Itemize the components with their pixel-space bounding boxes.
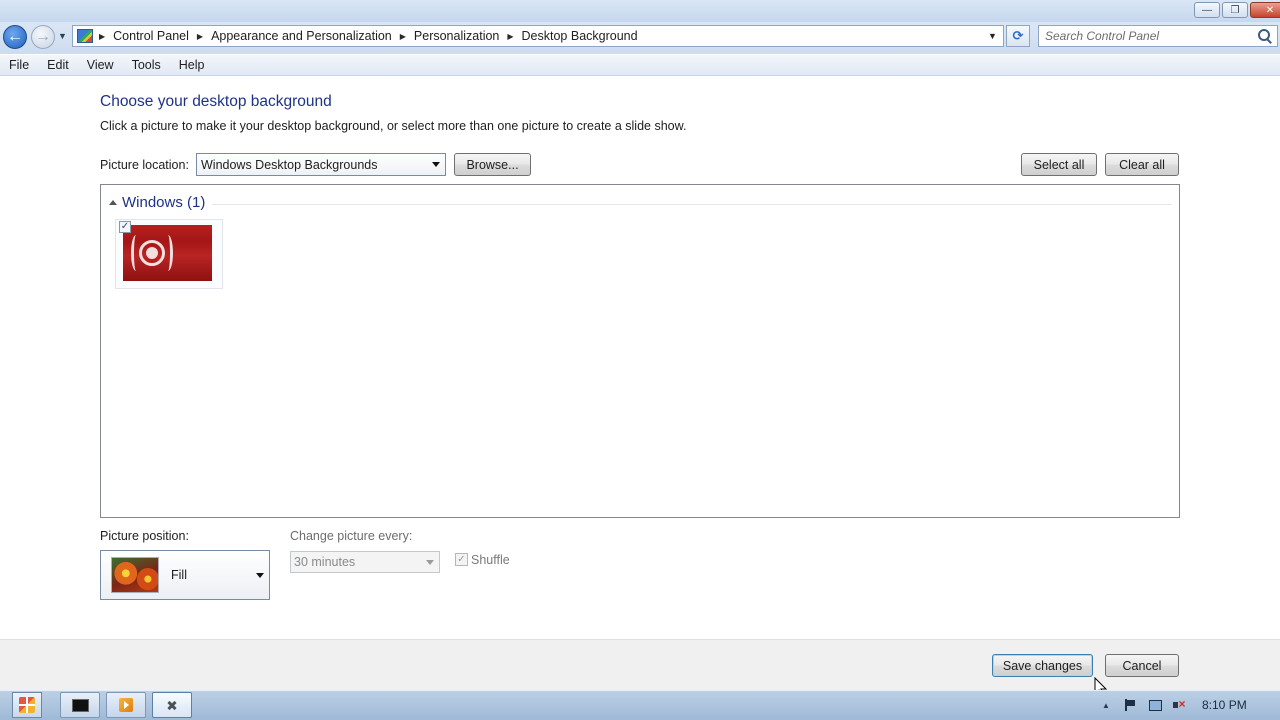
chevron-down-icon — [426, 559, 434, 565]
menu-help[interactable]: Help — [170, 58, 214, 72]
search-icon[interactable] — [1255, 27, 1273, 45]
breadcrumb-desktop-background[interactable]: Desktop Background — [518, 29, 642, 43]
group-header-windows[interactable]: Windows (1) — [122, 194, 205, 211]
menu-view[interactable]: View — [78, 58, 123, 72]
collapse-group-icon[interactable] — [109, 200, 117, 205]
menu-file[interactable]: File — [0, 58, 38, 72]
volume-muted-icon[interactable] — [1171, 697, 1187, 713]
picture-location-dropdown[interactable]: Windows Desktop Backgrounds — [196, 153, 446, 176]
breadcrumb-separator-icon[interactable]: ▶ — [503, 32, 517, 41]
show-hidden-icons-button[interactable]: ▲ — [1098, 697, 1114, 713]
taskbar — [0, 690, 1280, 720]
change-picture-label: Change picture every: — [290, 529, 413, 543]
forward-button[interactable]: → — [31, 25, 55, 49]
address-dropdown-icon[interactable]: ▼ — [988, 31, 997, 41]
breadcrumb-separator-icon[interactable]: ▶ — [193, 32, 207, 41]
taskbar-control-panel[interactable] — [152, 692, 192, 718]
menu-bar: File Edit View Tools Help — [0, 55, 1280, 76]
network-icon[interactable] — [1147, 697, 1163, 713]
browse-button[interactable]: Browse... — [454, 153, 531, 176]
breadcrumb-personalization[interactable]: Personalization — [410, 29, 503, 43]
command-prompt-icon — [71, 698, 89, 712]
picture-position-label: Picture position: — [100, 529, 189, 543]
group-divider — [212, 204, 1172, 205]
maximize-button[interactable]: ❐ — [1222, 2, 1248, 18]
taskbar-clock[interactable]: 8:10 PM — [1202, 698, 1247, 712]
picture-list[interactable] — [100, 184, 1180, 518]
windows-logo-icon — [19, 697, 35, 713]
shuffle-label: Shuffle — [471, 553, 510, 567]
action-center-flag-icon[interactable] — [1122, 697, 1138, 713]
taskbar-command-prompt[interactable] — [60, 692, 100, 718]
shuffle-checkbox[interactable]: ✓ — [455, 553, 468, 566]
change-picture-dropdown[interactable]: 30 minutes — [290, 551, 440, 573]
picture-position-value: Fill — [171, 568, 187, 582]
save-changes-button[interactable]: Save changes — [992, 654, 1093, 677]
breadcrumb-separator-icon[interactable]: ▶ — [95, 32, 109, 41]
select-all-button[interactable]: Select all — [1021, 153, 1097, 176]
breadcrumb-separator-icon[interactable]: ▶ — [396, 32, 410, 41]
chevron-down-icon — [256, 572, 264, 578]
picture-position-preview — [111, 557, 159, 593]
search-box[interactable] — [1038, 25, 1278, 47]
page-description: Click a picture to make it your desktop … — [100, 119, 687, 133]
wallpaper-checkbox[interactable]: ✓ — [119, 221, 131, 233]
search-input[interactable] — [1039, 28, 1255, 44]
menu-tools[interactable]: Tools — [123, 58, 170, 72]
taskbar-media-player[interactable] — [106, 692, 146, 718]
breadcrumb-control-panel[interactable]: Control Panel — [109, 29, 193, 43]
menu-edit[interactable]: Edit — [38, 58, 78, 72]
title-bar — [0, 0, 1280, 22]
control-panel-icon — [77, 29, 93, 43]
picture-location-value: Windows Desktop Backgrounds — [201, 157, 378, 172]
address-bar[interactable]: ▶ Control Panel ▶ Appearance and Persona… — [72, 25, 1004, 47]
back-button[interactable]: ← — [3, 25, 27, 49]
start-button[interactable] — [12, 692, 42, 718]
picture-position-dropdown[interactable]: Fill — [100, 550, 270, 600]
media-player-icon — [119, 698, 133, 712]
chevron-down-icon — [432, 162, 440, 167]
change-picture-value: 30 minutes — [294, 555, 356, 569]
wallpaper-thumbnail[interactable] — [123, 225, 212, 281]
breadcrumb-appearance[interactable]: Appearance and Personalization — [207, 29, 396, 43]
picture-location-label: Picture location: — [100, 158, 189, 172]
control-panel-tools-icon — [165, 698, 179, 712]
close-button[interactable]: ✕ — [1250, 2, 1280, 18]
minimize-button[interactable]: — — [1194, 2, 1220, 18]
refresh-button[interactable]: ⟳ — [1006, 25, 1030, 47]
recent-pages-button[interactable]: ▼ — [58, 31, 67, 41]
cancel-button[interactable]: Cancel — [1105, 654, 1179, 677]
page-title: Choose your desktop background — [100, 93, 332, 110]
clear-all-button[interactable]: Clear all — [1105, 153, 1179, 176]
